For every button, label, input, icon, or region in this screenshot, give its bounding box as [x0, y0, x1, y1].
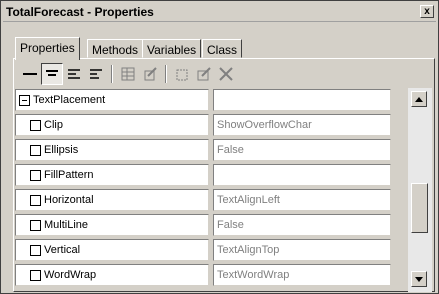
- align-center-icon[interactable]: [41, 63, 63, 85]
- property-value-cell[interactable]: False: [213, 214, 391, 236]
- property-row-textplacement: TextPlacement: [15, 88, 391, 113]
- property-name: MultiLine: [44, 219, 89, 231]
- property-value-cell[interactable]: TextAlignLeft: [213, 189, 391, 211]
- align-left-alt-icon[interactable]: [85, 63, 107, 85]
- property-row-wordwrap: WordWrap TextWordWrap: [15, 263, 391, 288]
- delete-x-icon[interactable]: [215, 63, 237, 85]
- property-row-clip: Clip ShowOverflowChar: [15, 113, 391, 138]
- tab-class[interactable]: Class: [202, 39, 243, 58]
- property-name-cell[interactable]: FillPattern: [15, 164, 209, 186]
- property-row-vertical: Vertical TextAlignTop: [15, 238, 391, 263]
- property-row-horizontal: Horizontal TextAlignLeft: [15, 188, 391, 213]
- toolbar: [15, 63, 315, 87]
- toolbar-separator: [165, 65, 167, 83]
- arrow-down-icon: [415, 276, 423, 282]
- property-grid: TextPlacement Clip ShowOverflowChar Elli…: [15, 88, 391, 292]
- checkbox-icon: [30, 119, 41, 131]
- property-name: FillPattern: [44, 169, 94, 181]
- new-icon[interactable]: [171, 63, 193, 85]
- checkbox-icon: [30, 169, 41, 181]
- scroll-down-button[interactable]: [411, 271, 427, 287]
- checkbox-icon: [30, 244, 41, 256]
- property-value-cell[interactable]: TextWordWrap: [213, 264, 391, 286]
- property-name: Clip: [44, 119, 63, 131]
- tab-methods[interactable]: Methods: [87, 39, 144, 58]
- property-value-cell[interactable]: TextAlignTop: [213, 239, 391, 261]
- vertical-scrollbar[interactable]: [408, 88, 432, 292]
- properties-window: TotalForecast - Properties x Properties …: [0, 0, 439, 294]
- property-name: TextPlacement: [33, 94, 106, 106]
- tab-properties[interactable]: Properties: [15, 37, 80, 60]
- checkbox-icon: [30, 219, 41, 231]
- property-value-cell[interactable]: [213, 89, 391, 111]
- property-name-cell[interactable]: Horizontal: [15, 189, 209, 211]
- line-icon[interactable]: [19, 63, 41, 85]
- property-value-cell[interactable]: [213, 164, 391, 186]
- close-button[interactable]: x: [420, 5, 434, 18]
- collapse-icon[interactable]: [19, 94, 30, 106]
- window-title: TotalForecast - Properties: [6, 5, 154, 19]
- property-name-cell[interactable]: Clip: [15, 114, 209, 136]
- align-left-icon[interactable]: [63, 63, 85, 85]
- edit-icon[interactable]: [139, 63, 161, 85]
- scroll-up-button[interactable]: [411, 91, 427, 107]
- property-name-cell[interactable]: MultiLine: [15, 214, 209, 236]
- arrow-up-icon: [415, 96, 423, 102]
- property-name: WordWrap: [44, 269, 97, 281]
- property-name-cell[interactable]: WordWrap: [15, 264, 209, 286]
- property-row-fillpattern: FillPattern: [15, 163, 391, 188]
- property-name: Vertical: [44, 244, 81, 256]
- tab-variables[interactable]: Variables: [142, 39, 202, 58]
- property-row-ellipsis: Ellipsis False: [15, 138, 391, 163]
- grid-icon[interactable]: [117, 63, 139, 85]
- edit-doc-icon[interactable]: [193, 63, 215, 85]
- property-name-cell[interactable]: Vertical: [15, 239, 209, 261]
- checkbox-icon: [30, 194, 41, 206]
- checkbox-icon: [30, 269, 41, 281]
- toolbar-separator: [111, 65, 113, 83]
- property-value-cell[interactable]: False: [213, 139, 391, 161]
- checkbox-icon: [30, 144, 41, 156]
- scroll-thumb[interactable]: [411, 183, 428, 233]
- property-name: Ellipsis: [44, 144, 79, 156]
- property-name-cell[interactable]: TextPlacement: [15, 89, 209, 111]
- property-name-cell[interactable]: Ellipsis: [15, 139, 209, 161]
- title-bar: TotalForecast - Properties x: [3, 3, 436, 22]
- property-value-cell[interactable]: ShowOverflowChar: [213, 114, 391, 136]
- property-row-multiline: MultiLine False: [15, 213, 391, 238]
- property-name: Horizontal: [44, 194, 94, 206]
